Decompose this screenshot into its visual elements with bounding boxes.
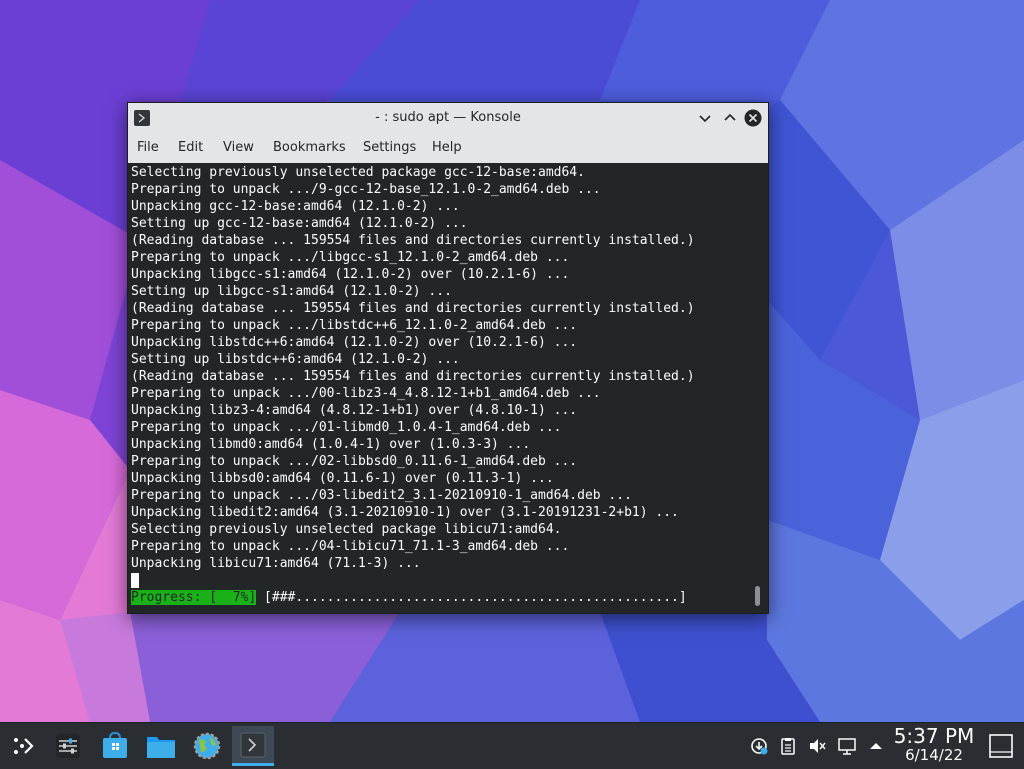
show-desktop-button[interactable] [988, 733, 1014, 759]
terminal-line: Unpacking libz3-4:amd64 (4.8.12-1+b1) ov… [131, 403, 578, 418]
terminal-line: Preparing to unpack .../01-libmd0_1.0.4-… [131, 420, 562, 435]
minimize-button[interactable] [695, 108, 715, 128]
application-launcher-icon [14, 738, 34, 754]
terminal-line: Selecting previously unselected package … [131, 522, 562, 537]
apt-progress-line: Progress: [ 7%] [###....................… [131, 589, 687, 606]
terminal-lines: Selecting previously unselected package … [131, 164, 695, 572]
menu-view[interactable]: View [223, 133, 254, 163]
taskbar [0, 722, 1024, 769]
updates-button[interactable] [749, 736, 769, 756]
terminal-cursor [131, 573, 139, 588]
show-desktop-icon [989, 734, 1013, 758]
terminal-line: Unpacking libedit2:amd64 (3.1-20210910-1… [131, 505, 679, 520]
menu-bar: File Edit View Bookmarks Settings Help [128, 133, 768, 163]
terminal-line: Unpacking libstdc++6:amd64 (12.1.0-2) ov… [131, 335, 578, 350]
clock-date[interactable]: 6/14/22 [884, 745, 984, 765]
terminal-line: Unpacking libmd0:amd64 (1.0.4-1) over (1… [131, 437, 531, 452]
application-launcher-button[interactable] [5, 728, 41, 764]
terminal-line: Unpacking libgcc-s1:amd64 (12.1.0-2) ove… [131, 267, 570, 282]
terminal-output[interactable]: Selecting previously unselected package … [128, 163, 768, 613]
terminal-line: Setting up libgcc-s1:amd64 (12.1.0-2) ..… [131, 284, 452, 299]
terminal-line: Selecting previously unselected package … [131, 165, 585, 180]
menu-help[interactable]: Help [432, 133, 462, 163]
browser-globe-icon [193, 732, 221, 760]
close-button[interactable] [743, 108, 763, 128]
konsole-task-button[interactable] [232, 726, 274, 766]
maximize-button[interactable] [720, 108, 740, 128]
konsole-window[interactable]: - : sudo apt — Konsole File Edit View Bo… [127, 102, 769, 614]
clipboard-icon [781, 738, 795, 755]
scrollbar[interactable] [755, 586, 760, 606]
terminal-line: Unpacking libicu71:amd64 (71.1-3) ... [131, 556, 421, 571]
chevron-down-icon [699, 115, 711, 123]
terminal-line: (Reading database ... 159554 files and d… [131, 233, 695, 248]
volume-muted-icon [810, 739, 826, 753]
menu-settings[interactable]: Settings [363, 133, 416, 163]
close-icon [744, 109, 762, 127]
terminal-line: Unpacking gcc-12-base:amd64 (12.1.0-2) .… [131, 199, 460, 214]
terminal-line: Preparing to unpack .../04-libicu71_71.1… [131, 539, 570, 554]
terminal-line: Preparing to unpack .../libgcc-s1_12.1.0… [131, 250, 570, 265]
terminal-line: Preparing to unpack .../02-libbsd0_0.11.… [131, 454, 578, 469]
updates-icon [751, 738, 768, 755]
terminal-line: Setting up gcc-12-base:amd64 (12.1.0-2) … [131, 216, 468, 231]
progress-bar-text: [###....................................… [256, 590, 687, 605]
window-title: - : sudo apt — Konsole [375, 110, 521, 125]
volume-button[interactable] [807, 736, 827, 756]
progress-label: Progress: [ 7%] [131, 590, 257, 605]
terminal-line: Preparing to unpack .../libstdc++6_12.1.… [131, 318, 578, 333]
window-titlebar[interactable]: - : sudo apt — Konsole [128, 103, 768, 133]
menu-bookmarks[interactable]: Bookmarks [273, 133, 346, 163]
network-button[interactable] [837, 736, 857, 756]
terminal-line: Unpacking libbsd0:amd64 (0.11.6-1) over … [131, 471, 554, 486]
expand-tray-arrow-icon [870, 743, 882, 749]
terminal-line: (Reading database ... 159554 files and d… [131, 301, 695, 316]
discover-store-button[interactable] [97, 728, 133, 764]
clipboard-button[interactable] [778, 736, 798, 756]
terminal-line: Setting up libstdc++6:amd64 (12.1.0-2) .… [131, 352, 460, 367]
menu-file[interactable]: File [137, 133, 159, 163]
file-manager-folder-icon [147, 737, 175, 758]
konsole-terminal-icon [240, 732, 266, 758]
file-manager-button[interactable] [143, 728, 179, 764]
discover-store-icon [103, 731, 127, 758]
terminal-line: Preparing to unpack .../9-gcc-12-base_12… [131, 182, 601, 197]
show-hidden-tray-button[interactable] [866, 736, 886, 756]
terminal-line: Preparing to unpack .../03-libedit2_3.1-… [131, 488, 632, 503]
network-icon [838, 738, 856, 755]
chevron-up-icon [724, 113, 736, 121]
web-browser-button[interactable] [189, 728, 225, 764]
system-settings-mixer-button[interactable] [50, 728, 86, 764]
terminal-line: (Reading database ... 159554 files and d… [131, 369, 695, 384]
menu-edit[interactable]: Edit [178, 133, 203, 163]
terminal-line: Preparing to unpack .../00-libz3-4_4.8.1… [131, 386, 601, 401]
system-settings-mixer-icon [56, 734, 80, 758]
